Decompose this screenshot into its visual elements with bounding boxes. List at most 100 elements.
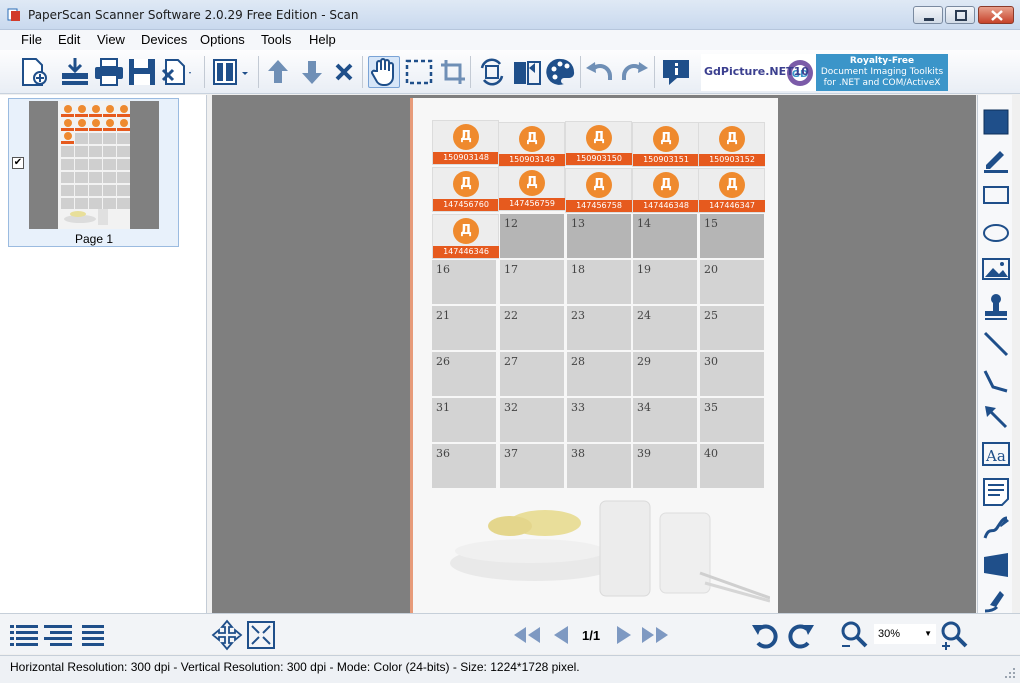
crop-button[interactable] xyxy=(437,56,469,88)
print-button[interactable] xyxy=(93,56,125,88)
calendar-cell: 30 xyxy=(700,352,764,396)
menu-help[interactable]: Help xyxy=(309,32,336,47)
previous-page-button[interactable] xyxy=(546,619,578,651)
compact-view-button[interactable] xyxy=(78,619,110,651)
image-icon xyxy=(982,258,1010,280)
detail-view-button[interactable] xyxy=(42,619,74,651)
save-button[interactable] xyxy=(126,56,158,88)
calendar-cell: 35 xyxy=(700,398,764,442)
last-page-button[interactable] xyxy=(640,619,672,651)
stamp-tool[interactable] xyxy=(980,291,1012,323)
sticker-logo: Д xyxy=(519,126,545,152)
zoom-in-button[interactable] xyxy=(938,619,970,651)
delete-x-icon xyxy=(335,63,353,81)
fit-page-button[interactable] xyxy=(245,619,277,651)
undo-button[interactable] xyxy=(584,56,616,88)
thumbnail-checkbox[interactable]: ✔ xyxy=(12,157,24,169)
maximize-button[interactable] xyxy=(945,6,975,24)
menu-tools[interactable]: Tools xyxy=(261,32,291,47)
info-button[interactable] xyxy=(660,56,692,88)
close-button[interactable] xyxy=(978,6,1014,24)
scan-button[interactable] xyxy=(59,56,91,88)
view-layout-button[interactable] xyxy=(211,56,248,88)
next-page-button[interactable] xyxy=(607,619,639,651)
filled-rectangle-tool[interactable] xyxy=(980,106,1012,138)
menu-view[interactable]: View xyxy=(97,32,125,47)
highlighter-tool[interactable] xyxy=(980,143,1012,175)
cell-number: 19 xyxy=(637,263,651,276)
first-page-button[interactable] xyxy=(510,619,542,651)
pan-tool-button[interactable] xyxy=(368,56,400,88)
minimize-button[interactable] xyxy=(913,6,943,24)
move-down-button[interactable] xyxy=(296,56,328,88)
flip-button[interactable] xyxy=(511,56,543,88)
zoom-out-button[interactable] xyxy=(838,619,870,651)
list-view-button[interactable] xyxy=(8,619,40,651)
color-adjust-button[interactable] xyxy=(545,56,577,88)
cell-number: 20 xyxy=(704,263,718,276)
image-tool[interactable] xyxy=(980,253,1012,285)
arrow-tool[interactable] xyxy=(980,401,1012,433)
text-icon: Aa xyxy=(982,442,1010,466)
cell-number: 38 xyxy=(571,447,585,460)
sticker-logo: Д xyxy=(453,218,479,244)
page-indicator: 1/1 xyxy=(582,628,601,643)
menu-file[interactable]: File xyxy=(21,32,42,47)
menu-devices[interactable]: Devices xyxy=(141,32,187,47)
calendar-cell: 39 xyxy=(633,444,697,488)
rotate-left-button[interactable] xyxy=(750,619,782,651)
cell-number: 40 xyxy=(704,447,718,460)
tableware-photo xyxy=(450,500,770,603)
new-document-button[interactable] xyxy=(18,56,50,88)
cell-number: 26 xyxy=(436,355,450,368)
calendar-cell: 18 xyxy=(567,260,631,304)
redo-button[interactable] xyxy=(618,56,650,88)
ellipse-icon xyxy=(983,224,1009,242)
gdpicture-banner[interactable]: GD GdPicture.NET10 Royalty-Free Document… xyxy=(701,54,948,91)
delete-button[interactable] xyxy=(328,56,360,88)
rotate-right-button[interactable] xyxy=(784,619,816,651)
document-viewer[interactable]: Д 150903148 Д 150903149 Д 150903150 Д 150903… xyxy=(212,95,976,613)
sticker-logo: Д xyxy=(453,171,479,197)
freehand-tool[interactable] xyxy=(980,512,1012,544)
calendar-cell: 13 xyxy=(567,214,631,258)
cell-number: 33 xyxy=(571,401,585,414)
menu-options[interactable]: Options xyxy=(200,32,245,47)
zoom-select[interactable]: 30% ▼ xyxy=(874,624,936,644)
calendar-cell: 26 xyxy=(432,352,496,396)
cell-number: 30 xyxy=(704,355,718,368)
line-tool[interactable] xyxy=(980,328,1012,360)
list-view-icon xyxy=(10,625,38,646)
status-text: Horizontal Resolution: 300 dpi - Vertica… xyxy=(10,660,580,674)
select-area-button[interactable] xyxy=(403,56,435,88)
view-columns-icon xyxy=(213,59,248,85)
compact-list-icon xyxy=(82,625,104,646)
rectangle-tool[interactable] xyxy=(980,179,1012,211)
sticker-logo: Д xyxy=(653,172,679,198)
export-button[interactable] xyxy=(160,56,192,88)
polygon-tool[interactable] xyxy=(980,549,1012,581)
window-title: PaperScan Scanner Software 2.0.29 Free E… xyxy=(28,8,359,22)
rotate-button[interactable] xyxy=(476,56,508,88)
sticky-note-tool[interactable] xyxy=(980,475,1012,507)
export-document-icon xyxy=(161,59,191,85)
resize-grip-icon[interactable] xyxy=(1004,667,1016,679)
sticker: Д 147456760 xyxy=(432,167,499,212)
ellipse-tool[interactable] xyxy=(980,217,1012,249)
cell-number: 12 xyxy=(504,217,518,230)
fit-move-button[interactable] xyxy=(211,619,243,651)
calendar-cell: 33 xyxy=(567,398,631,442)
move-up-button[interactable] xyxy=(262,56,294,88)
cell-number: 16 xyxy=(436,263,450,276)
thumbnail-item[interactable]: ✔ Page 1 xyxy=(8,98,179,247)
sticker: Д 150903149 xyxy=(498,122,565,167)
calendar-cell: 12 xyxy=(500,214,564,258)
text-tool[interactable]: Aa xyxy=(980,438,1012,470)
cell-number: 27 xyxy=(504,355,518,368)
toolbar-separator xyxy=(258,56,259,88)
undo-icon xyxy=(586,62,612,80)
menu-edit[interactable]: Edit xyxy=(58,32,80,47)
toolbar-separator xyxy=(580,56,581,88)
banner-line3: for .NET and COM/ActiveX xyxy=(823,78,941,88)
polyline-tool[interactable] xyxy=(980,365,1012,397)
